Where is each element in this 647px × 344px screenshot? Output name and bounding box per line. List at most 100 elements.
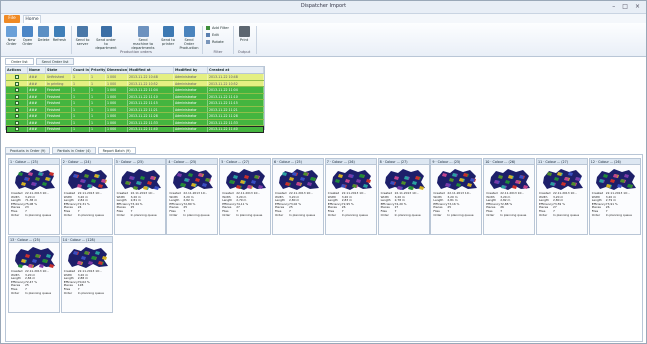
batch-card[interactable]: 10 · Colour ... (26) Created 22.11.2013 10… [483,158,536,235]
batch-card[interactable]: 13 · Colour ... (25) Created 22.11.2013 10… [8,236,60,313]
row-checkbox[interactable] [15,114,19,118]
info-value: In planning queue [77,212,104,217]
table-cell: 2013-11-22 11:33 [208,119,264,125]
batch-card[interactable]: 1 · Colour ... (23) Created 22.11.2013 10:… [8,158,60,235]
batch-card[interactable]: 8 · Colour ... (27) Created 22.11.2013 10:… [377,158,430,235]
open-order-label: Open Order [22,38,33,46]
tab-home[interactable]: Home [23,15,41,23]
print-button[interactable]: Print [237,26,251,42]
info-row: Order In planning queue [11,291,59,296]
column-header[interactable]: Modified by [174,67,208,73]
delete-button[interactable]: Delete [36,26,51,42]
info-value: In planning queue [553,212,580,217]
info-value: In planning queue [183,212,210,217]
column-header[interactable]: State [46,67,72,73]
minimize-icon[interactable]: – [612,3,615,10]
column-header[interactable]: Created at [208,67,264,73]
row-checkbox[interactable] [15,75,19,79]
batch-card[interactable]: 5 · Colour ... (27) Created 22.11.2013 10:… [219,158,272,235]
table-cell: 1 [72,80,90,86]
row-checkbox[interactable] [15,107,19,112]
send-machine-to-departments-button[interactable]: Send machine to departments [131,26,155,50]
info-label: Order [433,212,442,217]
column-header[interactable]: Count in [72,67,90,73]
close-icon[interactable]: × [635,3,640,10]
table-cell: 2013-11-22 11:15 [128,100,174,106]
info-value: In planning queue [289,212,316,217]
nesting-map-image [226,169,267,190]
table-row[interactable]: ### Finished 1 1 1 000 2013-11-22 11:40 Admini… [6,126,264,133]
ribbon: New Order Open Order Delete Refresh Send… [1,23,646,57]
batch-card-info: Created 22.11.2013 10:.. Width 3,20 m Length… [380,191,429,218]
nesting-map-image [331,169,372,190]
row-checkbox[interactable] [15,81,19,86]
edit-filter-action[interactable]: Edit [206,33,219,37]
info-value: In planning queue [500,212,527,217]
send-order-production-button[interactable]: Send Order Production [179,26,199,50]
batch-card-info: Created 22.11.2013 10:.. Width 3,20 m Length… [222,191,270,217]
add-filter-action[interactable]: Add Filter [206,26,229,30]
tab-partials-in-order[interactable]: Partials in Order (4) [52,147,96,154]
batch-card[interactable]: 3 · Colour ... (25) Created 22.11.2013 10:… [113,158,166,235]
table-cell: ### [28,106,46,112]
column-header[interactable]: Modified at [128,67,174,73]
table-cell: 2013-11-22 11:40 [208,126,264,132]
column-header[interactable]: Priority [90,67,106,73]
table-cell: ### [28,100,46,106]
orders-grid: Actions Name State Count in Priority Dim… [5,66,265,133]
batch-card[interactable]: 7 · Colour ... (26) Created 22.11.2013 10:… [324,158,377,235]
column-header[interactable]: Dimensions [106,67,128,73]
tab-products-in-order[interactable]: Products in Order (9) [5,147,51,154]
maximize-icon[interactable]: □ [622,3,628,10]
row-checkbox[interactable] [15,120,19,125]
row-checkbox[interactable] [15,101,19,105]
info-value: In planning queue [605,212,632,217]
row-checkbox[interactable] [15,127,19,131]
row-checkbox-cell [6,87,28,93]
open-order-button[interactable]: Open Order [20,26,35,46]
row-checkbox-cell [6,80,28,86]
table-cell: 1 [72,119,90,125]
column-header[interactable]: Actions [6,67,28,73]
info-label: Order [591,212,601,217]
table-cell: 2013-11-22 11:04 [208,87,264,93]
batch-card[interactable]: 14 · Colour ... (128) Created 22.11.2013 1… [60,236,113,313]
row-checkbox[interactable] [15,94,19,99]
table-cell: 1 [72,74,90,80]
lower-tabs: Products in Order (9) Partials in Order … [5,147,136,154]
column-header[interactable]: Name [28,67,46,73]
tab-send-order-list[interactable]: Send Order list [35,58,75,65]
batch-card[interactable]: 12 · Colour ... (26) Created 22.11.2013 10… [588,158,641,235]
send-to-printer-button[interactable]: Send to printer [159,26,177,46]
new-order-button[interactable]: New Order [4,26,19,46]
tab-file[interactable]: File [4,15,20,23]
batch-card[interactable]: 4 · Colour ... (25) Created 22.11.2013 10:… [166,158,219,235]
batch-card[interactable]: 6 · Colour ... (25) Created 22.11.2013 10:… [272,158,324,235]
batch-card-title: 10 · Colour ... (26) [484,159,535,165]
info-value: In planning queue [77,290,104,295]
table-cell: 1 [72,106,90,112]
table-cell: 2013-11-22 11:33 [128,119,174,125]
rotate-filter-action[interactable]: Rotate [206,40,224,44]
send-order-to-department-button[interactable]: Send order to department [95,26,117,50]
table-cell: 1 [90,74,106,80]
table-cell: Administrator [174,93,208,99]
table-cell: 2013-11-22 10:52 [128,80,174,86]
batch-card[interactable]: 9 · Colour ... (25) Created 22.11.2013 10:… [430,158,483,235]
info-value: In planning queue [236,212,263,217]
info-label: Order [380,212,389,217]
info-value: In planning queue [394,212,421,217]
table-cell: 1 000 [106,87,128,93]
send-to-server-button[interactable]: Send to server [75,26,90,46]
info-value: In planning queue [341,212,368,217]
batch-card[interactable]: 11 · Colour ... (27) Created 22.11.2013 10… [536,158,588,235]
info-row: Order In planning queue [380,212,429,218]
tab-report-batch[interactable]: Report Batch (9) [97,147,136,154]
refresh-button[interactable]: Refresh [52,26,67,42]
production-icon [183,26,195,37]
row-checkbox[interactable] [15,88,19,92]
batch-card[interactable]: 2 · Colour ... (24) Created 22.11.2013 10:… [60,158,113,235]
tab-order-list[interactable]: Order list [5,58,34,65]
batch-card-info: Created 22.11.2013 10:.. Width 3,20 m Length… [11,191,59,217]
info-row: Order In planning queue [169,212,217,218]
